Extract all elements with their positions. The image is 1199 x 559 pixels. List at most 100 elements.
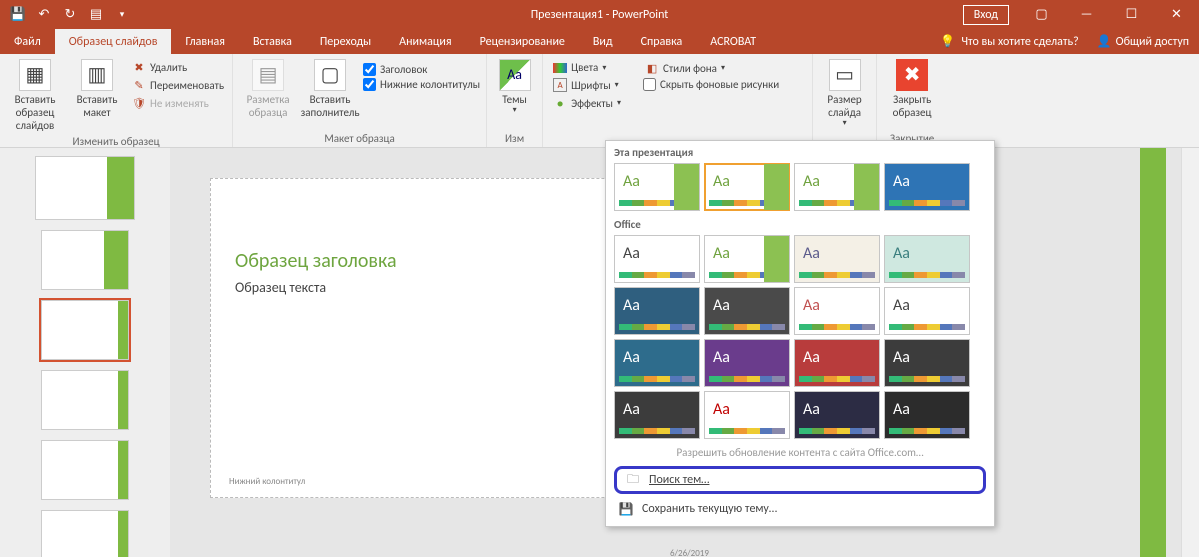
browse-themes-button[interactable]: 🗀 Поиск тем… — [614, 466, 986, 494]
tab-transitions[interactable]: Переходы — [306, 29, 385, 54]
themes-button[interactable]: Aa Темы ▾ — [493, 57, 536, 116]
theme-preview-text: Aa — [803, 400, 820, 419]
theme-swatch[interactable]: Aa — [794, 163, 880, 211]
title-checkbox-input[interactable] — [363, 63, 376, 76]
footers-checkbox[interactable]: Нижние колонтитулы — [363, 78, 480, 91]
group-background: Цвета ▾ AШрифты ▾ ●Эффекты ▾ ◧Стили фона… — [543, 54, 813, 147]
tab-animation[interactable]: Анимация — [385, 29, 465, 54]
theme-swatch[interactable]: Aa — [614, 235, 700, 283]
rename-button[interactable]: ✎Переименовать — [130, 77, 226, 93]
theme-color-bar — [619, 376, 695, 382]
theme-swatch[interactable]: Aa — [614, 287, 700, 335]
theme-swatch[interactable]: Aa — [704, 339, 790, 387]
insert-layout-label: Вставить макет — [68, 93, 126, 119]
background-styles-button[interactable]: ◧Стили фона ▾ — [643, 60, 779, 76]
theme-swatch[interactable]: Aa — [614, 163, 700, 211]
tab-view[interactable]: Вид — [579, 29, 627, 54]
group-background-label — [551, 111, 804, 128]
tab-help[interactable]: Справка — [627, 29, 697, 54]
theme-preview-text: Aa — [893, 400, 910, 419]
hide-bg-checkbox-input[interactable] — [643, 78, 656, 91]
layout-thumbnail[interactable] — [41, 300, 129, 360]
layout-thumbnail[interactable] — [41, 370, 129, 430]
colors-icon — [553, 63, 567, 73]
background-styles-label: Стили фона — [663, 62, 717, 75]
slide-size-button[interactable]: ▭ Размер слайда ▾ — [819, 57, 870, 129]
close-icon[interactable]: ✕ — [1154, 0, 1199, 29]
vertical-scrollbar[interactable] — [1181, 148, 1199, 557]
ribbon-display-options-icon[interactable]: ▢ — [1019, 0, 1064, 29]
theme-swatch[interactable]: Aa — [794, 235, 880, 283]
hide-bg-label: Скрыть фоновые рисунки — [660, 78, 779, 91]
theme-swatch[interactable]: Aa — [884, 235, 970, 283]
theme-swatch[interactable]: Aa — [884, 287, 970, 335]
tab-file[interactable]: Файл — [0, 29, 55, 54]
tab-slide-master[interactable]: Образец слайдов — [55, 29, 172, 54]
layout-thumbnail[interactable] — [41, 510, 129, 557]
tell-me-search[interactable]: 💡 Что вы хотите сделать? — [940, 34, 1078, 49]
theme-color-bar — [889, 324, 965, 330]
delete-label: Удалить — [150, 61, 187, 74]
redo-icon[interactable]: ↻ — [58, 3, 82, 27]
theme-swatch[interactable]: Aa — [704, 287, 790, 335]
effects-button[interactable]: ●Эффекты ▾ — [551, 95, 623, 111]
insert-placeholder-button[interactable]: ▢ Вставить заполнитель — [301, 57, 359, 119]
start-from-beginning-icon[interactable]: ▤ — [84, 3, 108, 27]
slide-decor — [1140, 148, 1166, 557]
save-icon[interactable]: 💾 — [6, 3, 30, 27]
insert-placeholder-label: Вставить заполнитель — [301, 93, 360, 119]
preserve-button: 🛡Не изменять — [130, 95, 226, 111]
share-label: Общий доступ — [1116, 35, 1189, 49]
theme-swatch[interactable]: Aa — [794, 287, 880, 335]
theme-swatch[interactable]: Aa — [794, 339, 880, 387]
master-thumbnail[interactable] — [35, 156, 135, 220]
tab-acrobat[interactable]: ACROBAT — [696, 29, 770, 54]
theme-preview-text: Aa — [713, 348, 730, 367]
theme-preview-text: Aa — [893, 296, 910, 315]
maximize-icon[interactable]: ☐ — [1109, 0, 1154, 29]
tab-review[interactable]: Рецензирование — [466, 29, 579, 54]
theme-swatch[interactable]: Aa — [884, 339, 970, 387]
insert-layout-button[interactable]: ▥ Вставить макет — [68, 57, 126, 119]
layout-thumbnail[interactable] — [41, 230, 129, 290]
delete-layout-button[interactable]: ✖Удалить — [130, 59, 226, 75]
chevron-down-icon: ▾ — [617, 98, 621, 108]
theme-swatch[interactable]: Aa — [614, 391, 700, 439]
theme-swatch[interactable]: Aa — [794, 391, 880, 439]
insert-slide-master-button[interactable]: ▦ Вставить образец слайдов — [6, 57, 64, 133]
title-checkbox[interactable]: Заголовок — [363, 63, 480, 76]
theme-swatch[interactable]: Aa — [704, 163, 790, 211]
footers-checkbox-input[interactable] — [363, 78, 376, 91]
themes-this-grid: AaAaAaAa — [606, 161, 994, 213]
group-master-layout-label: Макет образца — [239, 130, 480, 147]
save-current-theme-button[interactable]: 💾 Сохранить текущую тему… — [606, 496, 994, 522]
chevron-down-icon: ▾ — [721, 63, 725, 73]
chevron-down-icon: ▾ — [513, 106, 517, 116]
theme-color-bar — [619, 324, 695, 330]
tab-home[interactable]: Главная — [171, 29, 238, 54]
theme-swatch[interactable]: Aa — [704, 235, 790, 283]
chevron-down-icon: ▾ — [615, 80, 619, 90]
theme-swatch[interactable]: Aa — [884, 163, 970, 211]
tab-insert[interactable]: Вставка — [239, 29, 306, 54]
thumbnail-pane[interactable] — [0, 148, 170, 557]
hide-bg-checkbox[interactable]: Скрыть фоновые рисунки — [643, 78, 779, 91]
theme-swatch[interactable]: Aa — [704, 391, 790, 439]
theme-swatch[interactable]: Aa — [614, 339, 700, 387]
footers-checkbox-label: Нижние колонтитулы — [380, 78, 480, 91]
undo-icon[interactable]: ↶ — [32, 3, 56, 27]
theme-preview-text: Aa — [893, 348, 910, 367]
group-size: ▭ Размер слайда ▾ — [813, 54, 877, 147]
qat-customize-icon[interactable]: ▾ — [110, 3, 134, 27]
fonts-button[interactable]: AШрифты ▾ — [551, 77, 623, 93]
minimize-icon[interactable]: — — [1064, 0, 1109, 29]
theme-swatch[interactable]: Aa — [884, 391, 970, 439]
colors-button[interactable]: Цвета ▾ — [551, 60, 623, 75]
rename-icon: ✎ — [132, 78, 146, 92]
layout-thumbnail[interactable] — [41, 440, 129, 500]
footer-placeholder[interactable]: Нижний колонтитул — [229, 476, 305, 487]
sign-in-button[interactable]: Вход — [963, 5, 1009, 25]
insert-slide-master-label: Вставить образец слайдов — [6, 93, 64, 133]
close-master-button[interactable]: ✖ Закрыть образец — [883, 57, 941, 119]
share-button[interactable]: 👤 Общий доступ — [1097, 34, 1189, 49]
